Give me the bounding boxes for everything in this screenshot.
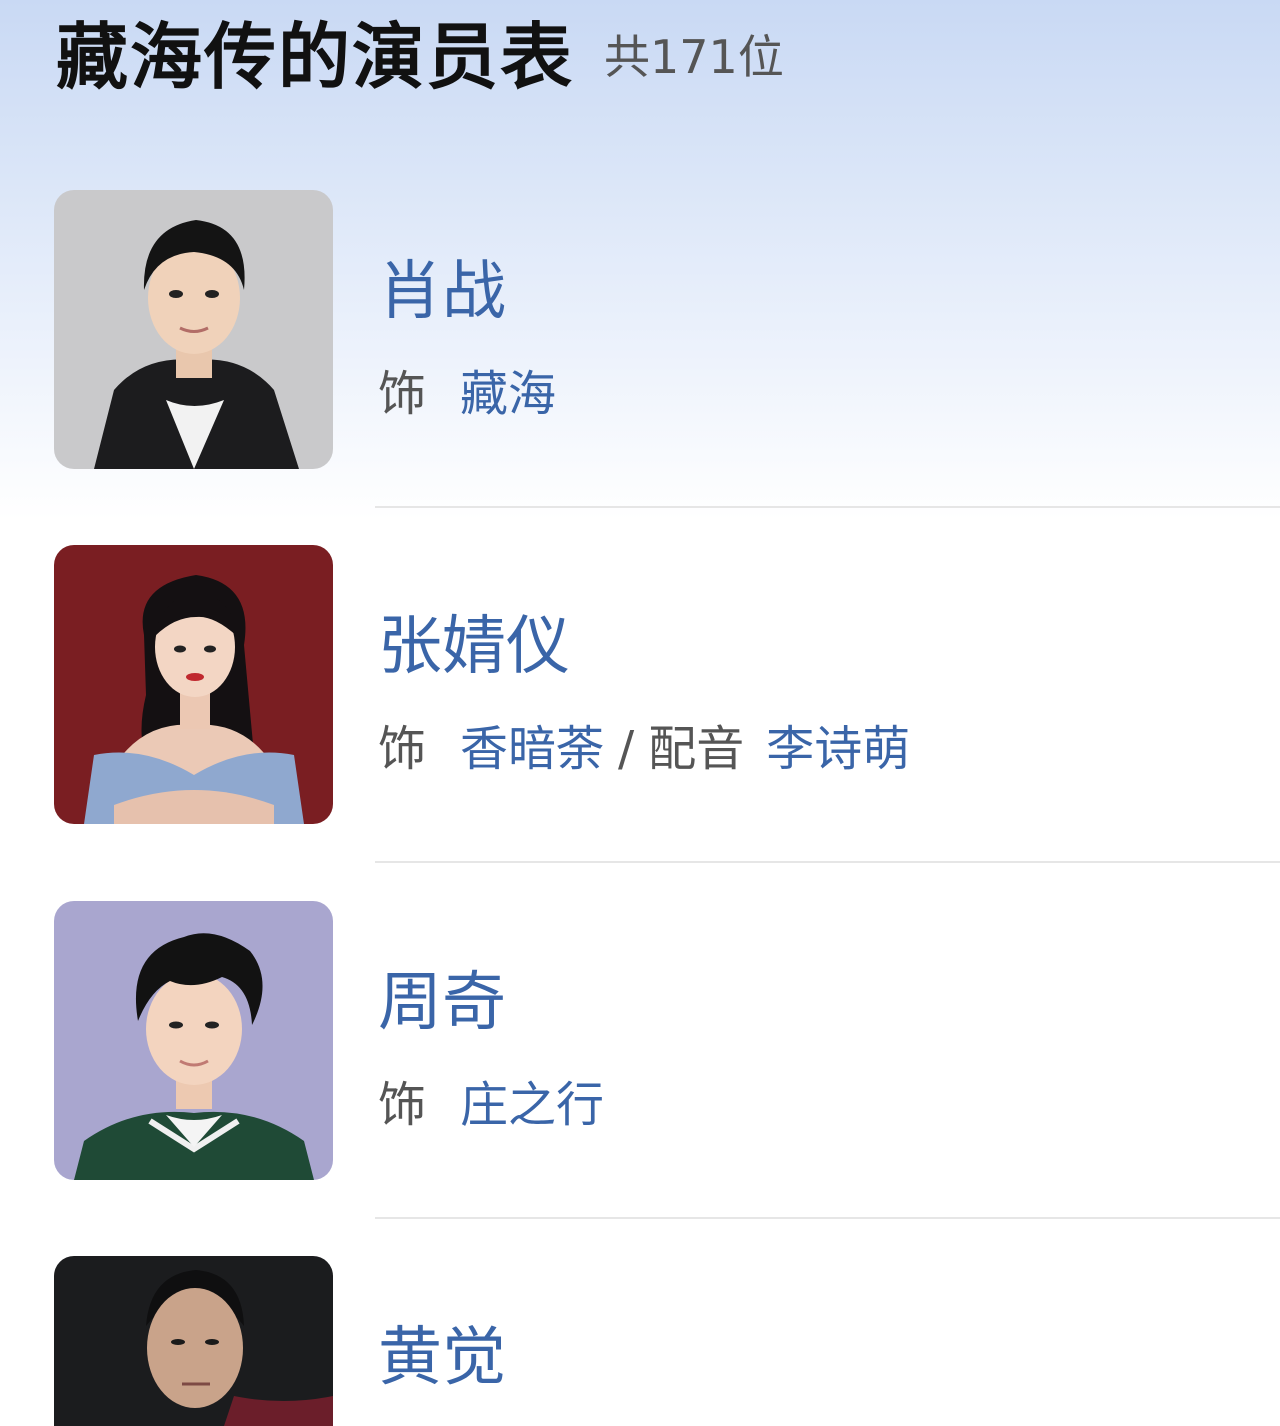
role-prefix: 饰: [378, 366, 427, 422]
cast-item[interactable]: 张婧仪 饰 香暗荼 / 配音 李诗萌: [0, 545, 1280, 901]
actor-photo-image: [54, 1256, 333, 1426]
actor-photo-image: [54, 545, 333, 824]
actor-photo[interactable]: [54, 1256, 333, 1426]
divider: [375, 506, 1280, 508]
actor-photo[interactable]: [54, 190, 333, 469]
actor-name[interactable]: 张婧仪: [378, 595, 570, 687]
role-name[interactable]: 香暗荼: [460, 709, 604, 779]
divider: [375, 1217, 1280, 1219]
cast-item[interactable]: 肖战 饰 藏海: [0, 190, 1280, 546]
divider: [375, 861, 1280, 863]
actor-name[interactable]: 肖战: [378, 240, 506, 332]
role-prefix: 饰: [378, 1077, 427, 1133]
actor-photo[interactable]: [54, 901, 333, 1180]
header: 藏海传的演员表 共171位: [56, 0, 784, 100]
role-line: 饰 庄之行: [378, 1065, 604, 1135]
page-title: 藏海传的演员表: [56, 14, 575, 99]
role-name[interactable]: 藏海: [460, 354, 556, 424]
cast-item[interactable]: 周奇 饰 庄之行: [0, 901, 1280, 1257]
voice-actor-name[interactable]: 李诗萌: [766, 709, 910, 779]
role-separator: /: [618, 721, 635, 777]
role-line: 饰 香暗荼 / 配音 李诗萌: [378, 709, 910, 779]
actor-name[interactable]: 周奇: [378, 951, 506, 1043]
actor-photo-image: [54, 901, 333, 1180]
role-prefix: 饰: [378, 721, 427, 777]
voice-prefix: 配音: [648, 721, 745, 777]
role-name[interactable]: 庄之行: [460, 1065, 604, 1135]
role-line: 饰 藏海: [378, 354, 556, 424]
actor-photo-image: [54, 190, 333, 469]
actor-name[interactable]: 黄觉: [378, 1306, 506, 1398]
cast-item[interactable]: 黄觉: [0, 1256, 1280, 1426]
actor-photo[interactable]: [54, 545, 333, 824]
cast-count: 共171位: [604, 30, 784, 84]
